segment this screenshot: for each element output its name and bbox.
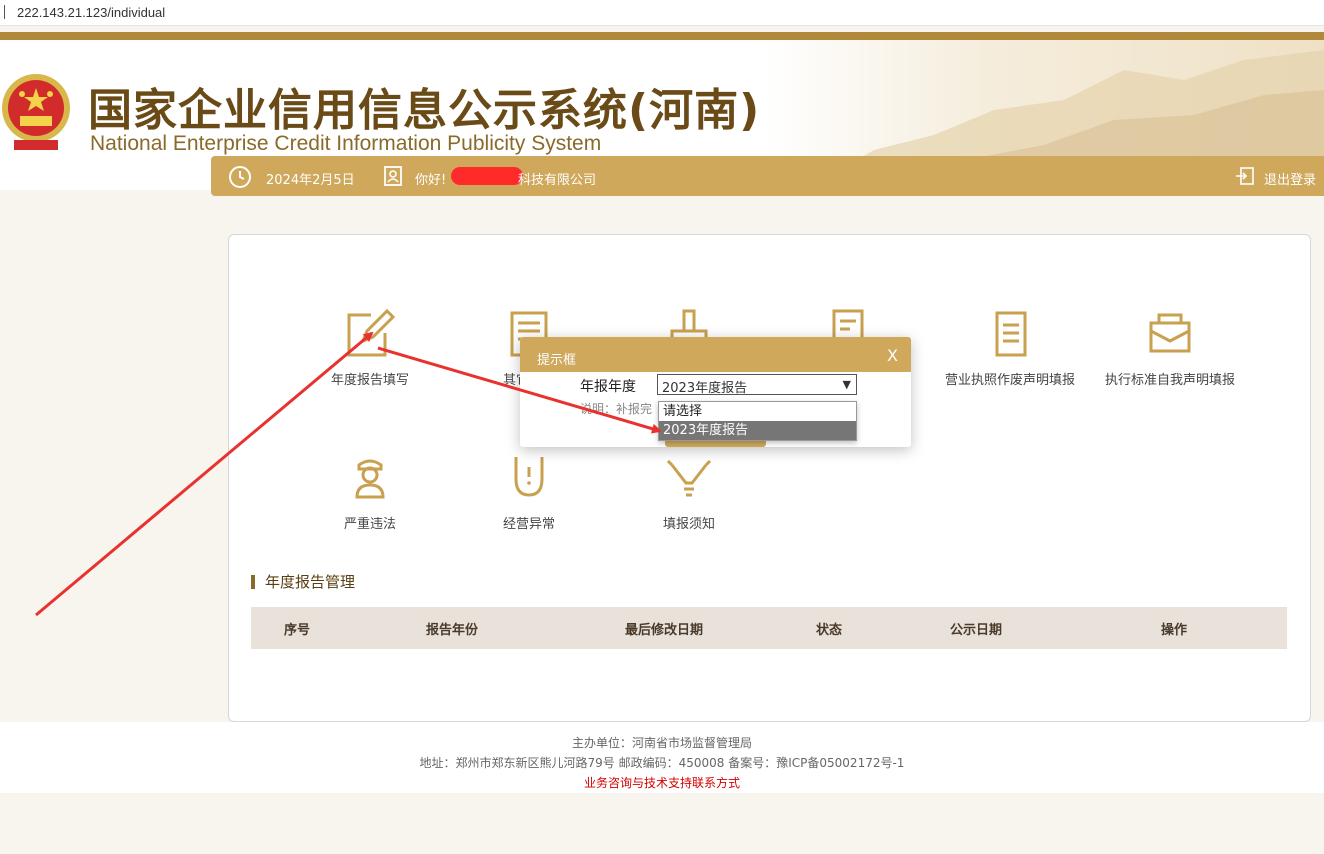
national-emblem-icon bbox=[0, 68, 72, 154]
current-date: 2024年2月5日 bbox=[266, 173, 355, 188]
tile-label: 营业执照作废声明填报 bbox=[944, 373, 1075, 388]
annual-report-table-header: 序号 报告年份 最后修改日期 状态 公示日期 操作 bbox=[251, 607, 1287, 649]
year-dropdown-list[interactable]: 请选择 2023年度报告 bbox=[658, 401, 857, 441]
tile-standard-declaration[interactable]: 执行标准自我声明填报 bbox=[1095, 307, 1245, 388]
footer-address: 地址：郑州市郑东新区熊儿河路79号 邮政编码：450008 备案号：豫ICP备0… bbox=[419, 756, 905, 770]
tile-annual-report[interactable]: 年度报告填写 bbox=[295, 307, 445, 388]
logout-icon[interactable] bbox=[1235, 166, 1255, 190]
clock-icon bbox=[228, 165, 252, 193]
user-card-icon bbox=[383, 165, 403, 191]
tile-license-void[interactable]: 营业执照作废声明填报 bbox=[935, 307, 1085, 388]
column-header-status: 状态 bbox=[815, 622, 842, 638]
column-header-last-modified: 最后修改日期 bbox=[624, 622, 703, 638]
greeting: 你好! bbox=[415, 173, 447, 188]
company-name: 科技有限公司 bbox=[518, 173, 597, 188]
site-subtitle: National Enterprise Credit Information P… bbox=[90, 132, 602, 155]
address-url[interactable]: 222.143.21.123/individual bbox=[17, 5, 165, 20]
dropdown-option-2023[interactable]: 2023年度报告 bbox=[659, 421, 856, 440]
dialog-header: 提示框 X bbox=[520, 337, 911, 372]
page-footer: 主办单位：河南省市场监督管理局 地址：郑州市郑东新区熊儿河路79号 邮政编码：4… bbox=[0, 722, 1324, 793]
top-stripe bbox=[0, 32, 1324, 40]
tile-label: 严重违法 bbox=[343, 517, 396, 532]
tile-label: 经营异常 bbox=[502, 517, 555, 532]
section-title-annual-report: 年度报告管理 bbox=[251, 575, 355, 590]
select-value: 2023年度报告 bbox=[662, 381, 748, 396]
footer-sponsor: 主办单位：河南省市场监督管理局 bbox=[571, 736, 752, 750]
footer-contact-link[interactable]: 业务咨询与技术支持联系方式 bbox=[0, 773, 1324, 793]
column-header-publish-date: 公示日期 bbox=[949, 622, 1002, 638]
site-title: 国家企业信用信息公示系统(河南) bbox=[88, 85, 761, 136]
tile-label: 填报须知 bbox=[662, 517, 715, 532]
tile-abnormal-operation[interactable]: 经营异常 bbox=[454, 451, 604, 532]
dropdown-option-placeholder[interactable]: 请选择 bbox=[659, 402, 856, 421]
officer-icon bbox=[355, 459, 385, 499]
report-year-select[interactable]: 2023年度报告 ▼ bbox=[657, 374, 857, 396]
logout-link[interactable]: 退出登录 bbox=[1264, 169, 1316, 188]
lightbulb-icon bbox=[666, 459, 712, 497]
tile-label: 年度报告填写 bbox=[330, 373, 409, 388]
user-bar: 2024年2月5日 你好! 科技有限公司 退出登录 bbox=[211, 156, 1324, 196]
report-year-label: 年报年度 bbox=[580, 379, 636, 395]
document-icon bbox=[995, 311, 1027, 357]
tile-filing-notice[interactable]: 填报须知 bbox=[614, 451, 764, 532]
chevron-down-icon: ▼ bbox=[842, 378, 851, 391]
envelope-icon bbox=[1149, 313, 1191, 353]
dialog-title: 提示框 bbox=[537, 353, 577, 368]
tile-label: 执行标准自我声明填报 bbox=[1104, 373, 1235, 388]
pencil-edit-icon bbox=[347, 308, 396, 357]
tile-serious-violation[interactable]: 严重违法 bbox=[295, 451, 445, 532]
column-header-index: 序号 bbox=[283, 622, 310, 638]
browser-address-bar[interactable]: 222.143.21.123/individual bbox=[0, 0, 1324, 26]
dialog-note: 说明：补报完 bbox=[580, 402, 653, 416]
text-caret bbox=[4, 5, 5, 19]
redaction-mark bbox=[451, 167, 523, 185]
close-icon[interactable]: X bbox=[887, 346, 898, 365]
magnet-icon bbox=[514, 457, 544, 497]
column-header-actions: 操作 bbox=[1160, 622, 1187, 638]
column-header-report-year: 报告年份 bbox=[425, 622, 478, 638]
main-panel: 年度报告填写 其它自行 营业执照作废声明填报 bbox=[228, 234, 1311, 722]
